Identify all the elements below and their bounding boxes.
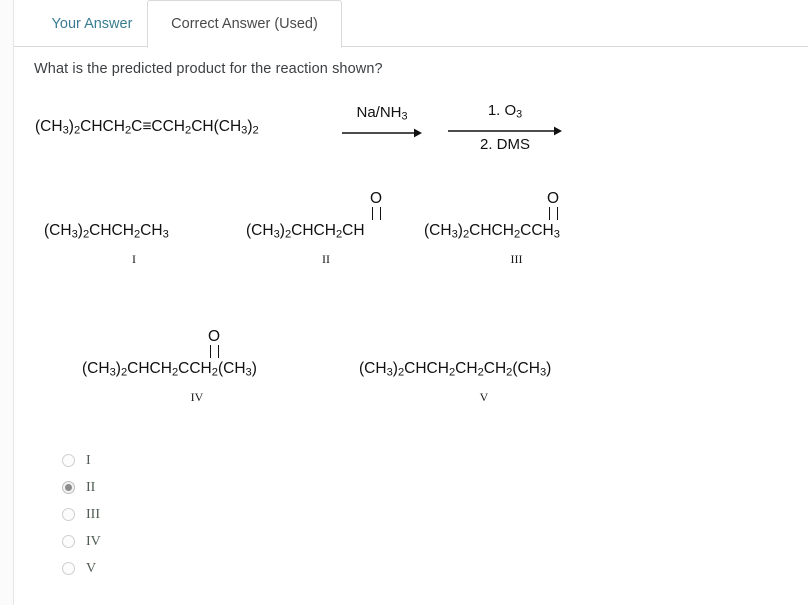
structure-II-oxygen-atom: O (369, 190, 383, 207)
structure-II-formula: (CH3)2CHCH2CH (246, 222, 365, 241)
structure-II-double-bond (371, 207, 381, 220)
arrow-shaft-2 (448, 126, 562, 136)
structure-IV-formula: (CH3)2CHCH2CCH2(CH3) (82, 360, 257, 379)
structure-IV-carbonyl-group: O (206, 328, 222, 358)
reagent-label-na-nh3: Na/NH3 (356, 104, 408, 123)
reactant-formula: (CH3)2CHCH2C≡CCH2CH(CH3)2 (35, 118, 259, 137)
structure-I-numeral: I (132, 252, 136, 266)
option-label-IV: IV (86, 533, 101, 549)
radio-button-I[interactable] (62, 454, 75, 467)
structure-IV-numeral: IV (190, 390, 204, 404)
tab-correct-answer-label: Correct Answer (Used) (171, 16, 318, 32)
option-row-IV[interactable]: IV (62, 528, 262, 555)
reaction-arrow-1: Na/NH3 (332, 100, 432, 160)
answer-options-group: I II III IV V (62, 447, 262, 582)
radio-button-III[interactable] (62, 508, 75, 521)
tab-bar: Your Answer Correct Answer (Used) (14, 0, 808, 48)
structure-V-formula: (CH3)2CHCH2CH2CH2(CH3) (359, 360, 552, 379)
option-label-II: II (86, 479, 96, 495)
option-row-I[interactable]: I (62, 447, 262, 474)
structure-III-double-bond (548, 207, 558, 220)
option-label-III: III (86, 506, 100, 522)
option-label-V: V (86, 560, 97, 576)
answer-structure-III: O (CH3)2CHCH2CCH3 III (424, 191, 609, 266)
structure-V-numeral: V (479, 390, 489, 404)
question-card: Your Answer Correct Answer (Used) What i… (13, 0, 808, 605)
reaction-arrow-2: 1. O3 2. DMS (440, 100, 570, 160)
structure-III-numeral: III (510, 252, 523, 266)
radio-button-V[interactable] (62, 562, 75, 575)
tab-your-answer-label: Your Answer (51, 15, 133, 32)
answer-structure-II: O (CH3)2CHCH2CH II (246, 191, 406, 266)
structure-III-carbonyl-group: O (545, 190, 561, 220)
option-row-III[interactable]: III (62, 501, 262, 528)
answer-structure-V: (CH3)2CHCH2CH2CH2(CH3) V (359, 360, 609, 404)
structure-III-formula: (CH3)2CHCH2CCH3 (424, 222, 560, 241)
arrow-shaft-1 (342, 128, 422, 138)
tab-your-answer[interactable]: Your Answer (32, 0, 152, 47)
structure-III-oxygen-atom: O (546, 190, 560, 207)
reaction-scheme: (CH3)2CHCH2C≡CCH2CH(CH3)2 Na/NH3 1. O3 2… (14, 100, 808, 160)
question-text: What is the predicted product for the re… (34, 61, 383, 77)
option-label-I: I (86, 452, 91, 468)
structure-II-numeral: II (322, 252, 330, 266)
answer-structure-IV: O (CH3)2CHCH2CCH2(CH3) IV (82, 329, 312, 404)
radio-button-IV[interactable] (62, 535, 75, 548)
reagent-label-dms: 2. DMS (479, 136, 530, 153)
tab-correct-answer[interactable]: Correct Answer (Used) (147, 0, 342, 48)
structure-IV-double-bond (209, 345, 219, 358)
radio-button-II[interactable] (62, 481, 75, 494)
answer-structure-I: (CH3)2CHCH2CH3 I (44, 222, 224, 266)
option-row-II[interactable]: II (62, 474, 262, 501)
structure-II-carbonyl-group: O (368, 190, 384, 220)
structure-I-formula: (CH3)2CHCH2CH3 (44, 222, 169, 241)
option-row-V[interactable]: V (62, 555, 262, 582)
reagent-label-ozone: 1. O3 (487, 102, 523, 121)
page-background: Your Answer Correct Answer (Used) What i… (0, 0, 808, 605)
structure-IV-oxygen-atom: O (207, 328, 221, 345)
